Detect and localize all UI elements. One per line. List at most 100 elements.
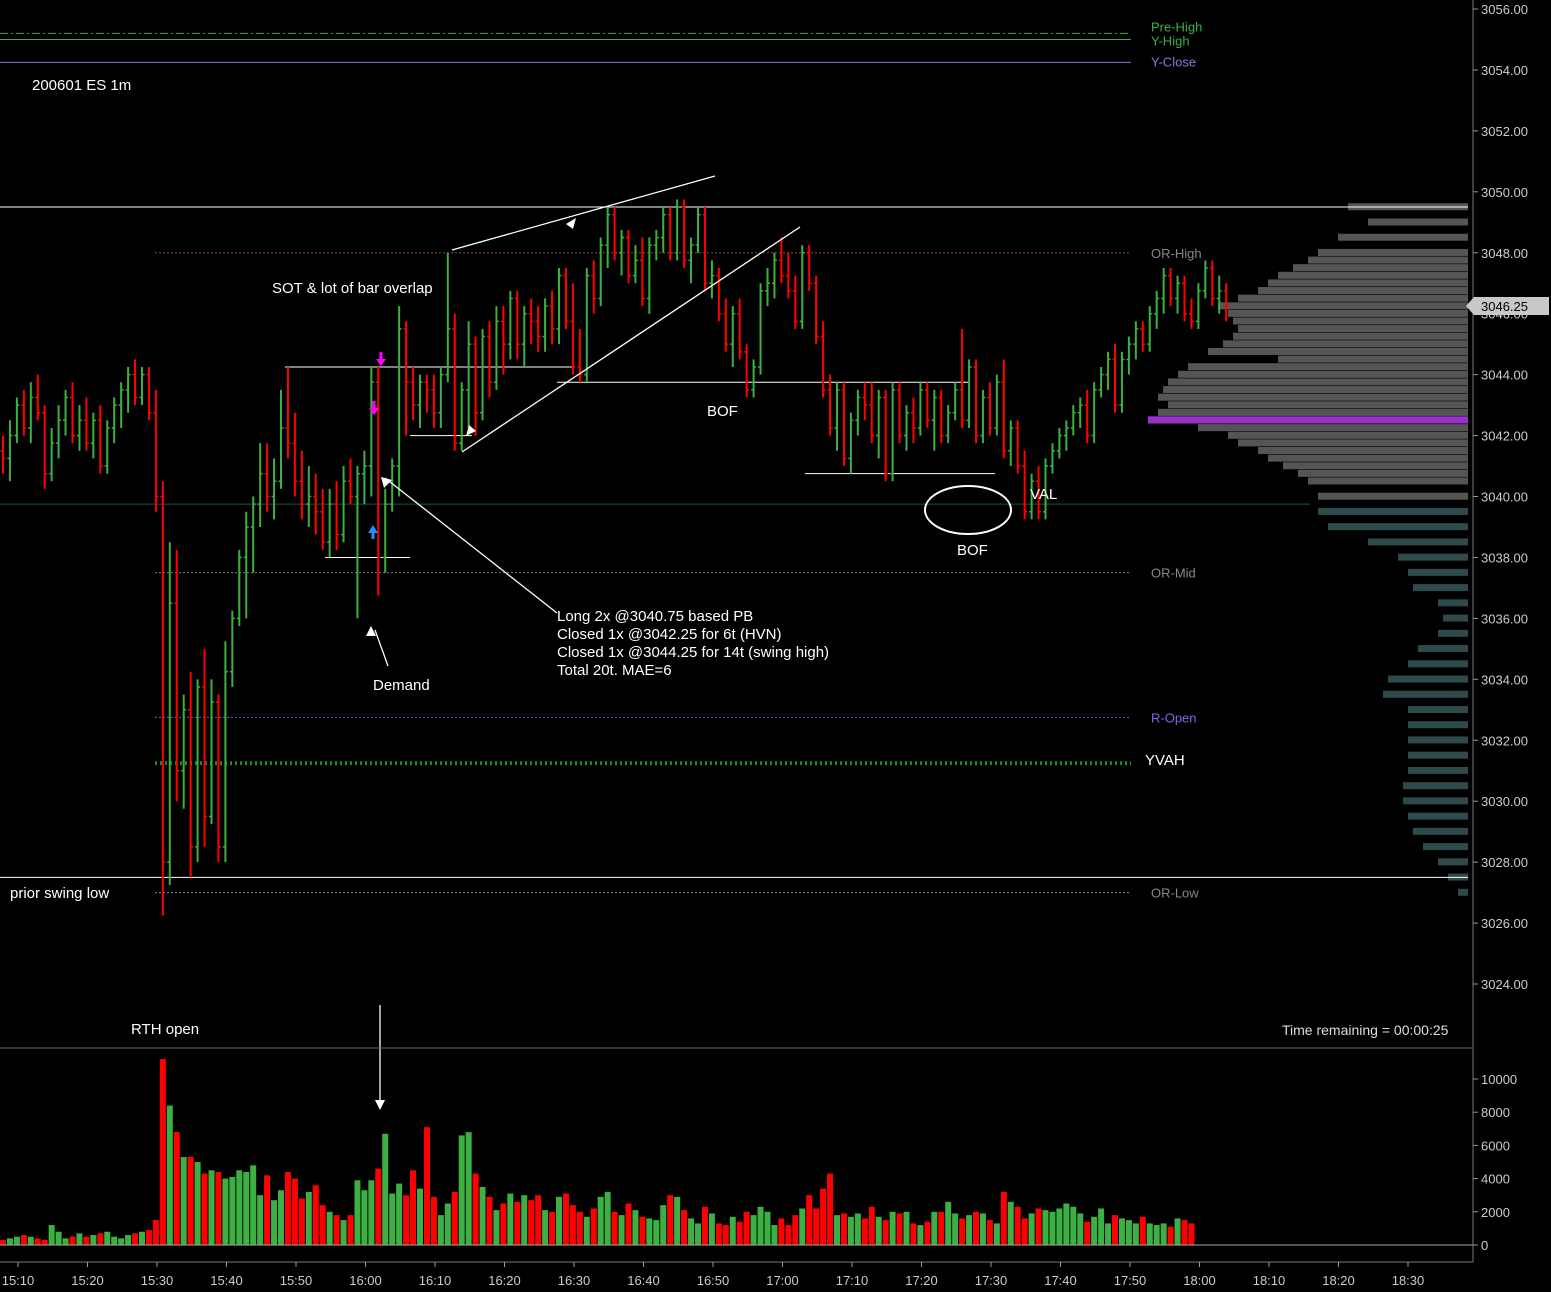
- profile-bin: [1293, 264, 1468, 272]
- signal-arrow-up: [371, 532, 375, 539]
- profile-poc: [1148, 416, 1468, 424]
- volume-bar: [973, 1211, 979, 1245]
- volume-bar: [417, 1188, 423, 1245]
- volume-bar: [820, 1188, 827, 1245]
- volume-bar: [625, 1203, 632, 1245]
- volume-bar: [549, 1211, 556, 1245]
- volume-bar: [180, 1157, 187, 1245]
- profile-bin: [1383, 690, 1468, 698]
- arrowhead: [375, 1100, 385, 1110]
- volume-bar: [396, 1183, 403, 1245]
- profile-bin: [1328, 523, 1468, 531]
- volume-bar: [681, 1210, 688, 1245]
- volume-bar: [423, 1127, 430, 1245]
- profile-bin: [1438, 629, 1468, 637]
- volume-bar: [1112, 1215, 1118, 1245]
- profile-bin: [1308, 477, 1468, 485]
- level-label-y-close: Y-Close: [1151, 54, 1196, 69]
- volume-bar: [910, 1223, 917, 1245]
- time-tick-label: 15:40: [210, 1273, 243, 1288]
- volume-bar: [340, 1220, 347, 1245]
- volume-bar: [979, 1213, 986, 1245]
- profile-bin: [1408, 660, 1468, 668]
- volume-bar: [305, 1191, 312, 1245]
- last-price-tag: 3046.25: [1466, 297, 1549, 315]
- trade-note-line-2: Closed 1x @3042.25 for 6t (HVN): [557, 626, 782, 643]
- profile-bin: [1278, 355, 1468, 363]
- profile-bin: [1238, 325, 1468, 333]
- volume-bar: [13, 1236, 20, 1245]
- volume-bar: [750, 1215, 757, 1245]
- profile-bin: [1408, 705, 1468, 713]
- profile-bin: [1158, 393, 1468, 401]
- price-tick-label: 3032.00: [1481, 733, 1528, 748]
- volume-bar: [222, 1178, 229, 1245]
- volume-bar: [903, 1211, 910, 1245]
- volume-bar: [556, 1196, 562, 1245]
- volume-bar: [604, 1191, 611, 1245]
- volume-bar: [799, 1208, 806, 1245]
- volume-bar: [590, 1208, 597, 1245]
- volume-bar: [847, 1216, 854, 1245]
- volume-bar: [187, 1157, 194, 1245]
- profile-bin: [1198, 424, 1468, 432]
- trading-chart: Pre-HighY-High Y-Close OR-High OR-Mid R-Open…: [0, 0, 1549, 1288]
- volume-bar: [264, 1175, 271, 1245]
- price-tick-label: 3038.00: [1481, 550, 1528, 565]
- profile-bin: [1163, 386, 1468, 394]
- profile-bin: [1318, 492, 1468, 500]
- profile-bin: [1458, 888, 1468, 896]
- time-tick-label: 16:20: [488, 1273, 521, 1288]
- volume-bar: [1063, 1203, 1070, 1245]
- volume-bar: [278, 1190, 284, 1245]
- volume-bar: [6, 1238, 13, 1245]
- volume-bar: [166, 1105, 173, 1245]
- volume-bar: [792, 1215, 799, 1245]
- price-tick-label: 3052.00: [1481, 124, 1528, 139]
- profile-bin: [1233, 332, 1468, 340]
- volume-bar: [1125, 1220, 1132, 1245]
- time-tick-label: 18:30: [1392, 1273, 1425, 1288]
- price-tick-label: 3044.00: [1481, 368, 1528, 383]
- volume-bar: [514, 1201, 521, 1245]
- volume-bar: [55, 1231, 62, 1245]
- volume-bar: [298, 1198, 305, 1245]
- volume-bar: [152, 1220, 159, 1245]
- volume-tick-label: 8000: [1481, 1105, 1510, 1120]
- drawn-trendlines: [366, 175, 801, 1110]
- volume-bar: [986, 1220, 993, 1245]
- profile-bin: [1408, 721, 1468, 729]
- volume-bar: [1139, 1216, 1146, 1245]
- volume-profile: [1148, 203, 1468, 896]
- volume-bar: [660, 1205, 667, 1245]
- profile-bin: [1368, 218, 1468, 226]
- volume-bar: [889, 1211, 896, 1245]
- time-tick-label: 17:30: [975, 1273, 1008, 1288]
- volume-bar: [806, 1195, 813, 1245]
- signal-arrow: [372, 401, 376, 409]
- volume-bar: [1042, 1210, 1049, 1245]
- price-tick-label: 3036.00: [1481, 611, 1528, 626]
- volume-bar: [1056, 1208, 1063, 1245]
- time-tick-label: 18:10: [1253, 1273, 1286, 1288]
- volume-bar: [472, 1173, 479, 1245]
- volume-bar: [507, 1193, 514, 1245]
- profile-bin: [1218, 302, 1468, 310]
- volume-bar: [653, 1220, 660, 1245]
- volume-bar: [611, 1211, 618, 1245]
- volume-bar: [139, 1231, 145, 1245]
- volume-bar: [1174, 1218, 1181, 1245]
- profile-bin: [1223, 340, 1468, 348]
- volume-bar: [375, 1168, 382, 1245]
- volume-bar: [938, 1211, 945, 1245]
- volume-bar: [20, 1235, 27, 1245]
- volume-bar: [1021, 1218, 1028, 1245]
- volume-bar: [194, 1162, 201, 1245]
- volume-bar: [1188, 1223, 1195, 1245]
- trendline: [384, 477, 558, 614]
- volume-bar: [632, 1210, 639, 1245]
- profile-bin: [1308, 256, 1468, 264]
- level-label-yvah: YVAH: [1145, 752, 1185, 769]
- profile-bin: [1438, 599, 1468, 607]
- price-levels: Pre-HighY-High Y-Close OR-High OR-Mid R-Open…: [0, 19, 1202, 901]
